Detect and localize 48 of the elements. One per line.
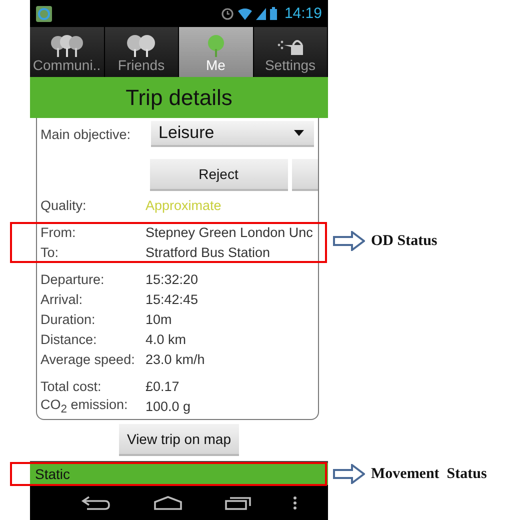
recent-apps-icon[interactable] (225, 496, 251, 510)
app-icon (36, 6, 52, 22)
tab[interactable]: Friends (104, 27, 179, 77)
field-label: Duration: (40, 312, 96, 326)
field-label: Distance: (40, 332, 98, 346)
tab[interactable]: Settings (254, 27, 328, 77)
field-value: Stepney Green London Unc (146, 224, 313, 240)
field-label: Total cost: (40, 378, 102, 394)
field-value: 23.0 km/h (146, 352, 205, 366)
tree-group-icon (50, 35, 84, 57)
field-value: 4.0 km (146, 332, 186, 346)
annotation-label: OD Status (371, 232, 438, 250)
tab[interactable]: Communi.. (30, 27, 104, 77)
home-icon[interactable] (153, 496, 183, 510)
tree-pair-icon (126, 35, 156, 57)
arrow-icon (333, 231, 365, 251)
screen-title: Trip details (126, 84, 232, 110)
field-value: 100.0 g (146, 398, 191, 414)
field-label: Arrival: (40, 292, 84, 306)
field-value: £0.17 (146, 378, 180, 394)
signal-icon (256, 8, 266, 20)
field-label: Quality: (40, 198, 88, 212)
objective-dropdown[interactable]: Leisure (150, 121, 314, 147)
battery-icon (270, 7, 278, 20)
back-icon[interactable] (81, 496, 111, 510)
quality-value: Approximate (146, 198, 222, 212)
arrow-icon (333, 464, 365, 484)
field-value: Stratford Bus Station (146, 244, 270, 260)
wifi-icon (238, 8, 252, 20)
annotation-label: Movement Status (371, 466, 487, 482)
tab[interactable]: Me (179, 27, 254, 77)
field-label: Average speed: (40, 352, 136, 366)
tree-icon (206, 35, 226, 57)
view-map-button[interactable]: View trip on map (119, 424, 239, 456)
field-label: CO$_{2}$ emission: (40, 396, 129, 416)
field-label: Departure: (40, 272, 106, 286)
caret-icon (294, 130, 304, 136)
reject-button[interactable]: Reject (150, 159, 288, 191)
field-value: 15:42:45 (146, 292, 198, 306)
field-label: To: (40, 244, 60, 260)
field-value: 15:32:20 (146, 272, 198, 286)
field-label: From: (40, 224, 77, 240)
alarm-icon (221, 7, 234, 20)
field-label: Main objective: (40, 126, 132, 142)
menu-icon[interactable] (293, 496, 297, 510)
field-value: 10m (146, 312, 172, 326)
clock-time: 14:19 (284, 5, 322, 22)
movement-status: Static (35, 466, 70, 482)
